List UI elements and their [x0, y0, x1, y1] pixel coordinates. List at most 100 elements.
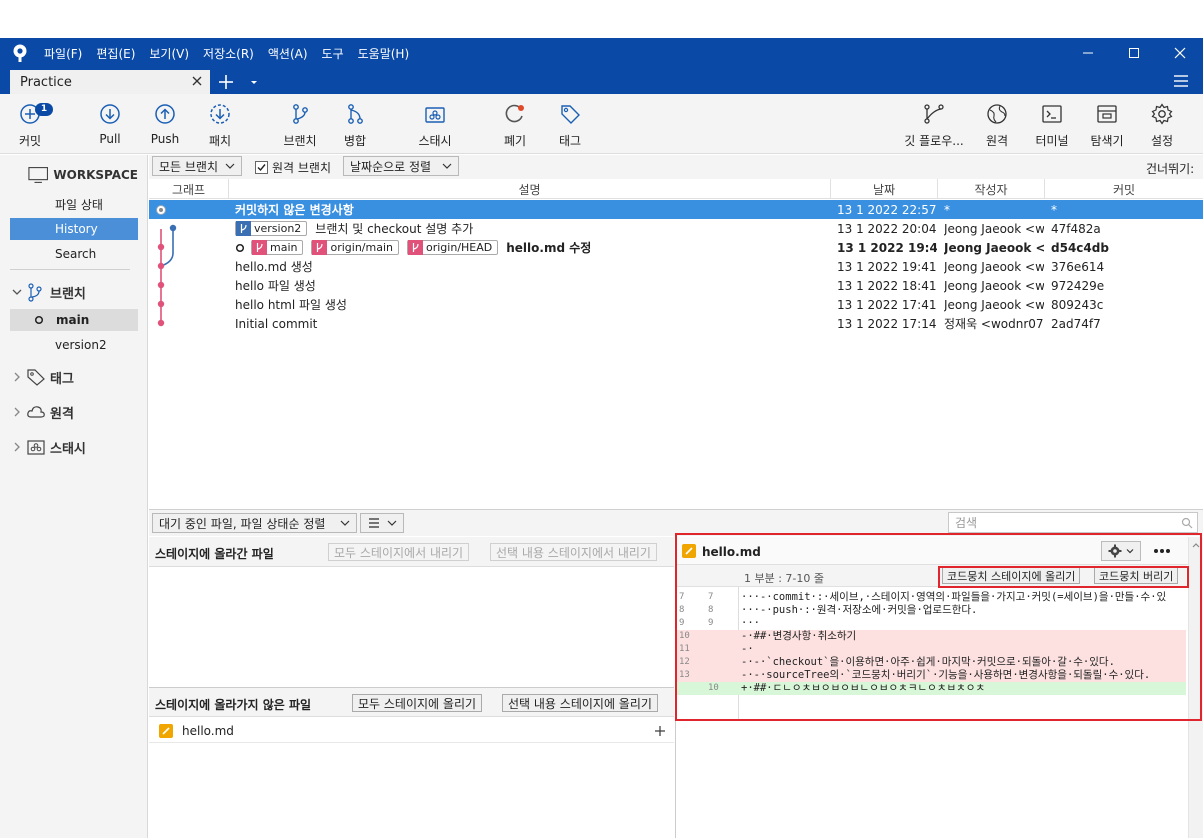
pull-icon	[98, 102, 122, 126]
highlight-box-hunk-buttons	[938, 566, 1189, 588]
discard-button[interactable]: 폐기	[485, 102, 545, 150]
commit-row[interactable]: hello html 파일 생성 13 1 2022 17:41 Jeong J…	[149, 295, 1203, 314]
commit-row-uncommitted[interactable]: 커밋하지 않은 변경사항 13 1 2022 22:57 * *	[149, 200, 1203, 219]
branch-filter-dropdown[interactable]: 모든 브랜치	[152, 156, 242, 176]
sidebar-item-search[interactable]: Search	[10, 243, 138, 265]
view-mode-dropdown[interactable]	[360, 513, 404, 533]
gitflow-button[interactable]: 깃 플로우...	[898, 102, 970, 150]
merge-button[interactable]: 병합	[325, 102, 385, 150]
explorer-button[interactable]: 탐색기	[1077, 102, 1137, 150]
close-window-button[interactable]	[1157, 38, 1203, 68]
search-icon	[1181, 517, 1193, 528]
stage-file-plus-icon[interactable]	[654, 725, 666, 737]
sidebar-tags-header[interactable]: 태그	[10, 366, 138, 388]
stage-all-button[interactable]: 모두 스테이지에 올리기	[352, 694, 483, 712]
sidebar-branches-header[interactable]: 브랜치	[10, 281, 138, 303]
commit-author: Jeong Jaeook <v	[944, 240, 1044, 255]
column-author-label: 작성자	[974, 182, 1008, 197]
chevron-down-icon	[225, 163, 235, 169]
unstage-all-button[interactable]: 모두 스테이지에서 내리기	[328, 543, 470, 561]
pending-sort-value: 대기 중인 파일, 파일 상태순 정렬	[159, 516, 326, 531]
tag-icon	[27, 369, 45, 386]
stage-selected-button[interactable]: 선택 내용 스테이지에 올리기	[502, 694, 658, 712]
commit-hash: 809243c	[1051, 297, 1104, 312]
sort-value: 날짜순으로 정렬	[350, 159, 432, 174]
remote-button[interactable]: 원격	[967, 102, 1027, 150]
file-row-hello-md[interactable]: hello.md	[149, 719, 674, 743]
column-commit[interactable]: 커밋	[1045, 179, 1203, 199]
commit-date: 13 1 2022 20:04	[837, 221, 937, 236]
hamburger-menu-button[interactable]	[1170, 72, 1192, 90]
branch-icon	[288, 102, 312, 126]
sidebar-item-branch-main[interactable]: main	[10, 309, 138, 331]
commit-author: Jeong Jaeook <wc	[944, 221, 1044, 236]
sort-dropdown[interactable]: 날짜순으로 정렬	[343, 156, 459, 176]
discard-icon	[503, 102, 527, 126]
branch-icon	[408, 240, 423, 255]
commit-row-head[interactable]: main origin/main origin/HEAD hello.md 수정…	[149, 238, 1203, 257]
remote-branches-checkbox[interactable]: 원격 브랜치	[255, 159, 331, 175]
sidebar-item-file-status[interactable]: 파일 상태	[10, 193, 138, 215]
column-description[interactable]: 설명	[229, 179, 831, 199]
chevron-down-icon	[442, 163, 452, 169]
push-button[interactable]: Push	[135, 102, 195, 150]
unstage-selected-button[interactable]: 선택 내용 스테이지에서 내리기	[490, 543, 657, 561]
terminal-button[interactable]: 터미널	[1022, 102, 1082, 150]
menu-view[interactable]: 보기(V)	[149, 45, 189, 62]
sidebar-item-history[interactable]: History	[10, 218, 138, 240]
commit-row[interactable]: Initial commit 13 1 2022 17:14 정재욱 <wodn…	[149, 314, 1203, 333]
menu-tools[interactable]: 도구	[322, 45, 344, 62]
checkbox-checked-icon	[255, 160, 268, 174]
gitflow-label: 깃 플로우...	[904, 134, 964, 148]
new-tab-button[interactable]	[215, 71, 237, 93]
settings-button[interactable]: 설정	[1132, 102, 1192, 150]
tab-practice[interactable]: Practice	[10, 70, 210, 94]
pending-sort-dropdown[interactable]: 대기 중인 파일, 파일 상태순 정렬	[152, 513, 357, 533]
pull-button[interactable]: Pull	[80, 102, 140, 150]
branch-filter-value: 모든 브랜치	[159, 159, 219, 174]
menu-edit[interactable]: 편집(E)	[96, 45, 135, 62]
sidebar-stashes-header[interactable]: 스태시	[10, 436, 138, 458]
minimize-button[interactable]	[1065, 38, 1111, 68]
column-graph[interactable]: 그래프	[149, 179, 229, 199]
sidebar-divider	[10, 269, 130, 270]
menu-repository[interactable]: 저장소(R)	[203, 45, 254, 62]
file-search-input[interactable]: 검색	[948, 512, 1198, 533]
branch-ref-badge[interactable]: version2	[235, 221, 308, 236]
tag-button[interactable]: 태그	[540, 102, 600, 150]
fetch-button[interactable]: 패치	[190, 102, 250, 150]
sidebar-workspace-header[interactable]: WORKSPACE	[10, 164, 138, 186]
menu-actions[interactable]: 액션(A)	[268, 45, 308, 62]
remote-head-ref-badge[interactable]: origin/HEAD	[407, 240, 499, 255]
tags-label: 태그	[50, 371, 74, 387]
tab-close-button[interactable]	[188, 72, 206, 90]
maximize-button[interactable]	[1111, 38, 1157, 68]
menu-file[interactable]: 파일(F)	[44, 45, 82, 62]
chevron-down-icon	[12, 287, 26, 297]
stash-button[interactable]: 스태시	[405, 102, 465, 150]
chevron-right-icon	[12, 442, 26, 452]
commit-date: 13 1 2022 17:41	[837, 297, 937, 312]
remotes-label: 원격	[50, 406, 74, 422]
column-author[interactable]: 작성자	[938, 179, 1045, 199]
commit-hash: 47f482a	[1051, 221, 1101, 236]
staged-file-list	[149, 567, 674, 687]
sidebar-item-branch-version2[interactable]: version2	[10, 334, 138, 356]
commit-hash: 376e614	[1051, 259, 1105, 274]
remote-ref-badge[interactable]: origin/main	[311, 240, 399, 255]
tag-icon	[558, 102, 582, 126]
sidebar-remotes-header[interactable]: 원격	[10, 401, 138, 423]
branch-main-label: main	[56, 313, 90, 327]
search-placeholder: 검색	[955, 516, 978, 530]
commit-row[interactable]: hello 파일 생성 13 1 2022 18:41 Jeong Jaeook…	[149, 276, 1203, 295]
commit-row[interactable]: version2 브랜치 및 checkout 설명 추가 13 1 2022 …	[149, 219, 1203, 238]
commit-row[interactable]: hello.md 생성 13 1 2022 19:41 Jeong Jaeook…	[149, 257, 1203, 276]
tab-dropdown-button[interactable]	[246, 74, 262, 90]
stash-icon	[27, 440, 45, 455]
unstaged-file-list: hello.md	[149, 717, 674, 838]
menu-help[interactable]: 도움말(H)	[358, 45, 410, 62]
commit-button[interactable]: 1 커밋	[0, 102, 60, 150]
branch-ref-badge[interactable]: main	[251, 240, 304, 255]
branch-button[interactable]: 브랜치	[270, 102, 330, 150]
column-date[interactable]: 날짜	[831, 179, 938, 199]
